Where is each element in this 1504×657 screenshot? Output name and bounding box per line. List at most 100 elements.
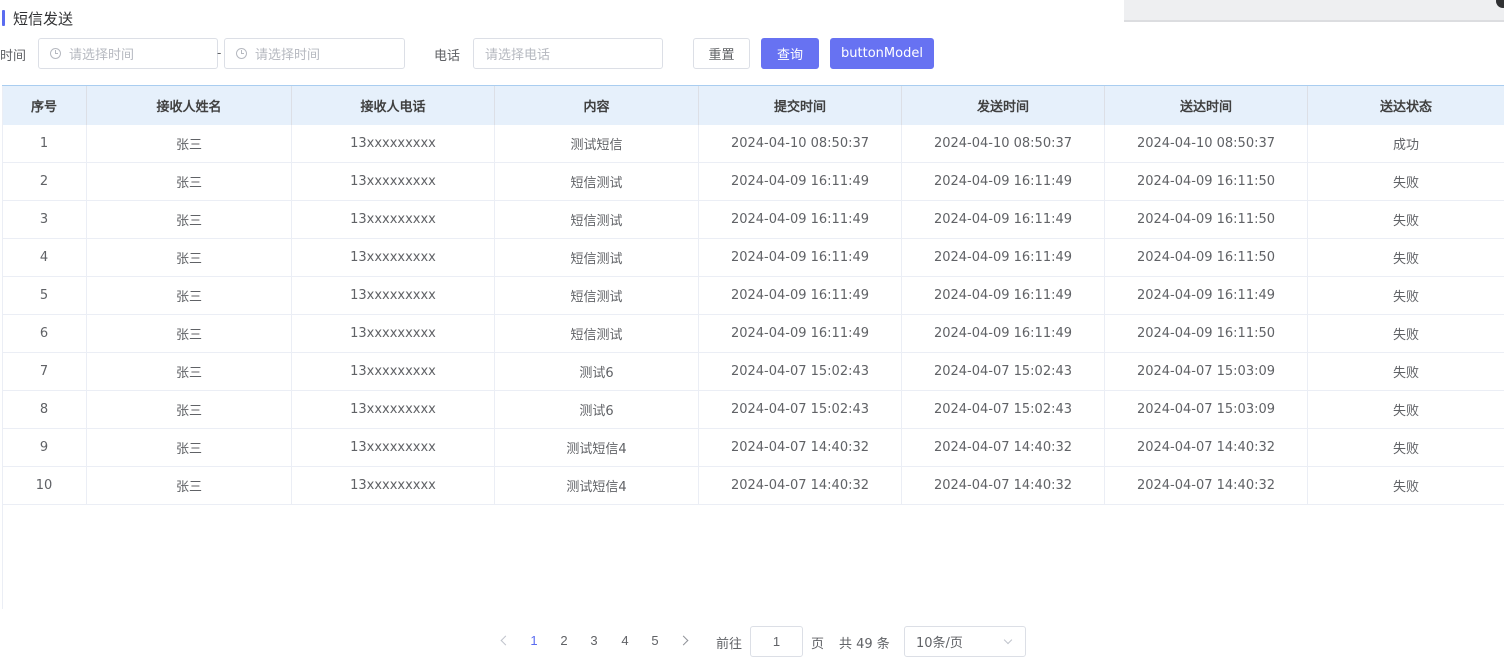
table-cell: 2024-04-10 08:50:37 [902,125,1105,162]
next-page-icon[interactable] [678,635,689,646]
page-unit-label: 页 [811,637,825,652]
table-row[interactable]: 8 张三 13xxxxxxxxx 测试6 2024-04-07 15:02:43 2024… [2,391,1504,429]
close-dot-icon [1496,0,1504,8]
page-5[interactable]: 5 [645,633,665,648]
table-cell: 张三 [87,353,292,390]
query-button[interactable]: 查询 [761,38,819,69]
chevron-down-icon [1003,635,1013,645]
table-cell: 2024-04-09 16:11:49 [699,201,902,238]
table-cell: 9 [2,429,87,466]
table-row[interactable]: 7 张三 13xxxxxxxxx 测试6 2024-04-07 15:02:43 2024… [2,353,1504,391]
table-cell: 2024-04-07 15:02:43 [902,353,1105,390]
table-cell: 张三 [87,429,292,466]
table-cell: 2024-04-09 16:11:49 [1105,277,1308,314]
table-cell: 2024-04-09 16:11:50 [1105,239,1308,276]
table-cell: 6 [2,315,87,352]
table-cell: 2024-04-07 14:40:32 [699,429,902,466]
column-header: 送达状态 [1379,100,1432,115]
table-cell: 8 [2,391,87,428]
table-cell: 2024-04-07 15:03:09 [1105,391,1308,428]
background-window-edge [1124,0,1504,22]
page-2[interactable]: 2 [554,633,574,648]
table-header: 序号 接收人姓名 接收人电话 内容 提交时间 发送时间 送达时间 送达状态 [2,86,1504,125]
phone-label: 电话 [434,49,461,64]
column-header: 序号 [2,86,87,125]
page-3[interactable]: 3 [584,633,604,648]
table-cell: 13xxxxxxxxx [292,125,495,162]
table-cell: 13xxxxxxxxx [292,391,495,428]
table-row[interactable]: 6 张三 13xxxxxxxxx 短信测试 2024-04-09 16:11:49 202… [2,315,1504,353]
table-cell: 测试6 [495,353,699,390]
table-cell: 5 [2,277,87,314]
page-4[interactable]: 4 [615,633,635,648]
table-cell: 失败 [1392,366,1419,381]
prev-page-icon[interactable] [500,635,511,646]
table-cell: 2024-04-09 16:11:49 [699,315,902,352]
table-cell: 失败 [1392,404,1419,419]
table-cell: 2024-04-09 16:11:49 [699,239,902,276]
table-cell: 2024-04-07 14:40:32 [1105,467,1308,504]
pagination: 1 2 3 4 5 前往 1 页 共 49 条 10条/页 [0,626,1504,657]
table-cell: 失败 [1392,328,1419,343]
sms-table: 序号 接收人姓名 接收人电话 内容 提交时间 发送时间 送达时间 送达状态 1 张三 13xxxx… [2,85,1504,609]
table-cell: 2024-04-09 16:11:50 [1105,315,1308,352]
table-cell: 失败 [1392,480,1419,495]
table-cell: 成功 [1392,138,1419,153]
table-row[interactable]: 2 张三 13xxxxxxxxx 短信测试 2024-04-09 16:11:49 202… [2,163,1504,201]
table-cell: 张三 [87,239,292,276]
table-cell: 失败 [1392,214,1419,229]
clock-icon [236,48,247,59]
table-cell: 13xxxxxxxxx [292,467,495,504]
table-cell: 短信测试 [495,315,699,352]
table-row[interactable]: 10 张三 13xxxxxxxxx 测试短信4 2024-04-07 14:40:32 2… [2,467,1504,505]
title-accent-bar [2,10,5,26]
table-cell: 2024-04-07 15:03:09 [1105,353,1308,390]
column-header: 接收人姓名 [87,86,292,125]
table-cell: 10 [2,467,87,504]
clock-icon [50,48,61,59]
table-cell: 2024-04-10 08:50:37 [699,125,902,162]
table-row[interactable]: 1 张三 13xxxxxxxxx 测试短信 2024-04-10 08:50:37 202… [2,125,1504,163]
page-1[interactable]: 1 [524,633,544,648]
table-cell: 13xxxxxxxxx [292,429,495,466]
table-body: 1 张三 13xxxxxxxxx 测试短信 2024-04-10 08:50:37 202… [2,125,1504,505]
table-row[interactable]: 3 张三 13xxxxxxxxx 短信测试 2024-04-09 16:11:49 202… [2,201,1504,239]
table-row[interactable]: 4 张三 13xxxxxxxxx 短信测试 2024-04-09 16:11:49 202… [2,239,1504,277]
table-row[interactable]: 5 张三 13xxxxxxxxx 短信测试 2024-04-09 16:11:49 202… [2,277,1504,315]
table-cell: 2024-04-07 14:40:32 [699,467,902,504]
table-cell: 2024-04-07 15:02:43 [699,391,902,428]
table-cell: 2024-04-09 16:11:50 [1105,163,1308,200]
table-cell: 2024-04-09 16:11:49 [902,163,1105,200]
start-time-placeholder: 请选择时间 [69,48,135,63]
table-cell: 张三 [87,201,292,238]
goto-page-input[interactable]: 1 [750,626,803,657]
end-time-placeholder: 请选择时间 [255,48,321,63]
table-cell: 2024-04-07 14:40:32 [1105,429,1308,466]
table-cell: 短信测试 [495,163,699,200]
page-size-select[interactable]: 10条/页 [904,626,1026,657]
table-cell: 1 [2,125,87,162]
start-time-picker[interactable]: 请选择时间 [38,38,218,69]
table-row[interactable]: 9 张三 13xxxxxxxxx 测试短信4 2024-04-07 14:40:32 20… [2,429,1504,467]
table-cell: 13xxxxxxxxx [292,353,495,390]
table-cell: 13xxxxxxxxx [292,201,495,238]
table-cell: 张三 [87,391,292,428]
button-model[interactable]: buttonModel [830,38,934,69]
table-cell: 测试短信 [495,125,699,162]
table-cell: 2024-04-09 16:11:49 [902,201,1105,238]
total-count: 共 49 条 [839,637,890,652]
table-border [2,86,3,609]
table-cell: 测试短信4 [495,467,699,504]
table-cell: 张三 [87,467,292,504]
table-cell: 测试6 [495,391,699,428]
phone-placeholder: 请选择电话 [485,48,551,63]
table-cell: 失败 [1392,176,1419,191]
table-cell: 2024-04-09 16:11:49 [902,277,1105,314]
range-separator: - [217,45,222,60]
table-cell: 2024-04-09 16:11:50 [1105,201,1308,238]
end-time-picker[interactable]: 请选择时间 [224,38,405,69]
table-cell: 短信测试 [495,239,699,276]
table-cell: 2024-04-09 16:11:49 [699,163,902,200]
reset-button[interactable]: 重置 [693,38,750,69]
phone-select[interactable]: 请选择电话 [473,38,663,69]
